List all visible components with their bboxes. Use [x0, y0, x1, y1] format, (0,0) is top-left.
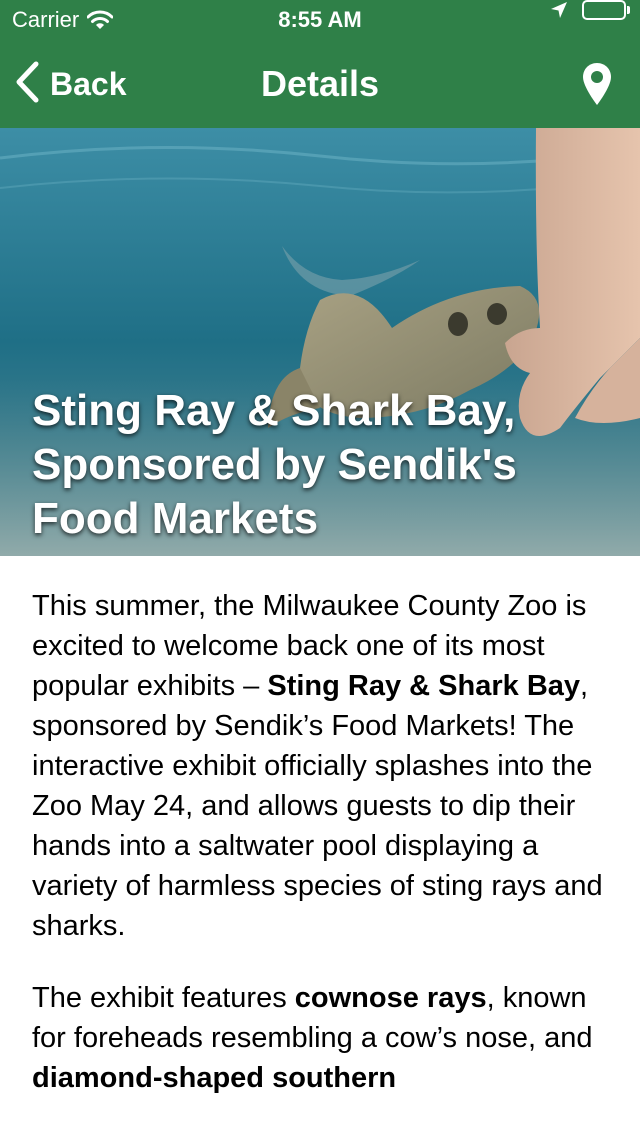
article-body: This summer, the Milwaukee County Zoo is…	[32, 586, 616, 1130]
exhibit-title: Sting Ray & Shark Bay, Sponsored by Send…	[32, 386, 517, 543]
app-screen: Carrier 8:55 AM Back Details Sting Ray &…	[0, 0, 640, 1136]
location-arrow-icon	[550, 1, 568, 19]
status-time: 8:55 AM	[278, 7, 362, 32]
article-paragraph-2: The exhibit features cownose rays, known…	[32, 978, 616, 1098]
map-pin-icon	[582, 63, 612, 110]
p2-bold-1: cownose rays	[294, 982, 487, 1014]
status-bar: Carrier 8:55 AM	[0, 0, 640, 40]
top-bar: Carrier 8:55 AM Back Details	[0, 0, 640, 128]
article-paragraph-1: This summer, the Milwaukee County Zoo is…	[32, 586, 616, 946]
back-label: Back	[50, 65, 127, 102]
navigation-bar: Back Details	[0, 40, 640, 128]
back-button[interactable]: Back	[14, 40, 127, 128]
p1-bold-1: Sting Ray & Shark Bay	[267, 670, 581, 702]
status-right	[550, 0, 630, 20]
p1-text-2: , sponsored by Sendik’s Food Markets! Th…	[32, 670, 603, 942]
p2-bold-2: diamond-shaped southern	[32, 1062, 397, 1094]
back-chevron-icon	[14, 61, 40, 108]
p2-text-1: The exhibit features	[32, 982, 295, 1014]
map-pin-button[interactable]	[582, 62, 612, 106]
battery-icon	[582, 0, 630, 20]
hero-image: Sting Ray & Shark Bay, Sponsored by Send…	[0, 128, 640, 556]
